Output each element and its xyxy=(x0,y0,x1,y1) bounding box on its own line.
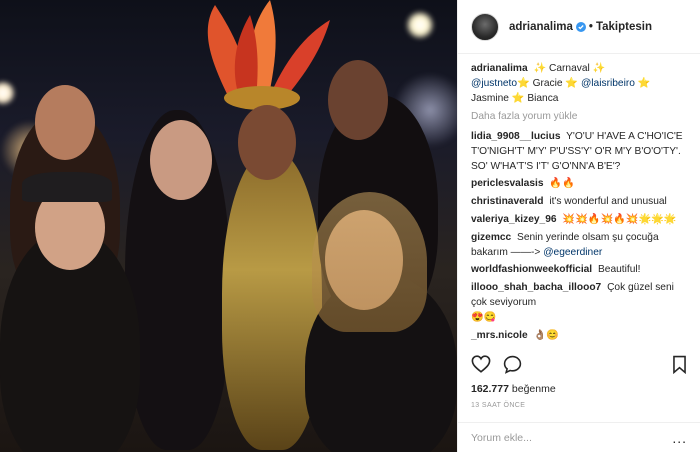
comment: periclesvalasis 🔥🔥 xyxy=(471,177,690,192)
sparkle-icon: ✨ xyxy=(533,63,547,74)
star-icon: ⭐ xyxy=(637,77,651,89)
sparkle-icon: ✨ xyxy=(592,63,606,74)
action-bar xyxy=(471,352,687,376)
likes-count[interactable]: 162.777 beğenme xyxy=(471,383,556,395)
comment-username[interactable]: periclesvalasis xyxy=(471,178,544,189)
comment-text: Beautiful! xyxy=(598,264,641,276)
header-user: adrianalima • Takiptesin xyxy=(509,21,652,33)
comment-text: 👌🏽😊 xyxy=(533,329,559,341)
comment: christinaverald it's wonderful and unusu… xyxy=(471,195,690,210)
mention-link[interactable]: @laisribeiro xyxy=(581,78,635,89)
post-header: adrianalima • Takiptesin xyxy=(458,0,700,54)
comment-icon[interactable] xyxy=(503,355,522,374)
feather-headdress xyxy=(207,0,330,110)
comment-username[interactable]: worldfashionweekofficial xyxy=(471,264,592,275)
face xyxy=(238,105,296,180)
comment: _mrs.nicole 👌🏽😊 xyxy=(471,329,690,344)
comment: valeriya_kizey_96 💥💥🔥💥🔥💥🌟🌟🌟 xyxy=(471,213,690,228)
caption-text: Carnaval xyxy=(549,63,590,74)
caption: adrianalima ✨ Carnaval ✨ @justneto⭐ Grac… xyxy=(471,62,690,106)
comment-username[interactable]: illooo_shah_bacha_illooo7 xyxy=(471,282,601,293)
hair-blonde xyxy=(312,192,427,332)
likes-number: 162.777 xyxy=(471,383,509,395)
load-more-comments[interactable]: Daha fazla yorum yükle xyxy=(471,110,690,125)
comment-text: it's wonderful and unusual xyxy=(549,196,667,208)
comments-list: adrianalima ✨ Carnaval ✨ @justneto⭐ Grac… xyxy=(471,62,690,346)
comment-username[interactable]: lidia_9908__lucius xyxy=(471,131,560,142)
mention-link[interactable]: @justneto xyxy=(471,78,517,89)
caption-username[interactable]: adrianalima xyxy=(471,63,528,74)
comment: illooo_shah_bacha_illooo7 Çok güzel seni… xyxy=(471,281,690,325)
stadium-light xyxy=(405,10,435,40)
comment: lidia_9908__lucius Y'O'U' H'AVE A C'HO'I… xyxy=(471,130,690,174)
avatar[interactable] xyxy=(471,12,499,41)
verified-badge-icon xyxy=(575,21,586,32)
author-username[interactable]: adrianalima xyxy=(509,21,573,33)
comment-text: 💥💥🔥💥🔥💥🌟🌟🌟 xyxy=(562,214,677,226)
comment-text: 😍😋 xyxy=(471,311,497,323)
post-photo[interactable] xyxy=(0,0,457,452)
comment: gizemcc Senin yerinde olsam şu çocuğa ba… xyxy=(471,231,690,261)
heart-icon[interactable] xyxy=(471,355,491,373)
comment-input[interactable] xyxy=(471,431,651,444)
star-icon: ⭐ xyxy=(517,77,530,89)
separator-dot: • xyxy=(588,20,593,33)
comment-username[interactable]: christinaverald xyxy=(471,196,543,207)
comment-username[interactable]: _mrs.nicole xyxy=(471,330,528,341)
caption-text: Gracie xyxy=(532,77,563,89)
face xyxy=(35,85,95,160)
cap xyxy=(22,172,112,202)
mention-link[interactable]: @egeerdiner xyxy=(543,247,602,258)
caption-text: Jasmine xyxy=(471,92,509,104)
post-timestamp[interactable]: 13 SAAT ÖNCE xyxy=(471,402,525,409)
comment-text: 🔥🔥 xyxy=(549,178,575,190)
star-icon: ⭐ xyxy=(511,92,525,104)
likes-label: beğenme xyxy=(511,383,556,395)
caption-text: Bianca xyxy=(527,92,559,104)
post-side-panel: adrianalima • Takiptesin adrianalima ✨ C… xyxy=(457,0,700,452)
bookmark-icon[interactable] xyxy=(672,355,687,374)
more-options-button[interactable]: ... xyxy=(672,430,687,446)
comment-username[interactable]: valeriya_kizey_96 xyxy=(471,214,557,225)
follow-button[interactable]: Takiptesin xyxy=(596,21,652,33)
star-icon: ⭐ xyxy=(565,77,579,89)
comment-username[interactable]: gizemcc xyxy=(471,232,511,243)
face xyxy=(328,60,388,140)
add-comment-bar: ... xyxy=(458,422,700,452)
comment: worldfashionweekofficial Beautiful! xyxy=(471,263,690,278)
stadium-light xyxy=(0,80,16,106)
face xyxy=(150,120,212,200)
